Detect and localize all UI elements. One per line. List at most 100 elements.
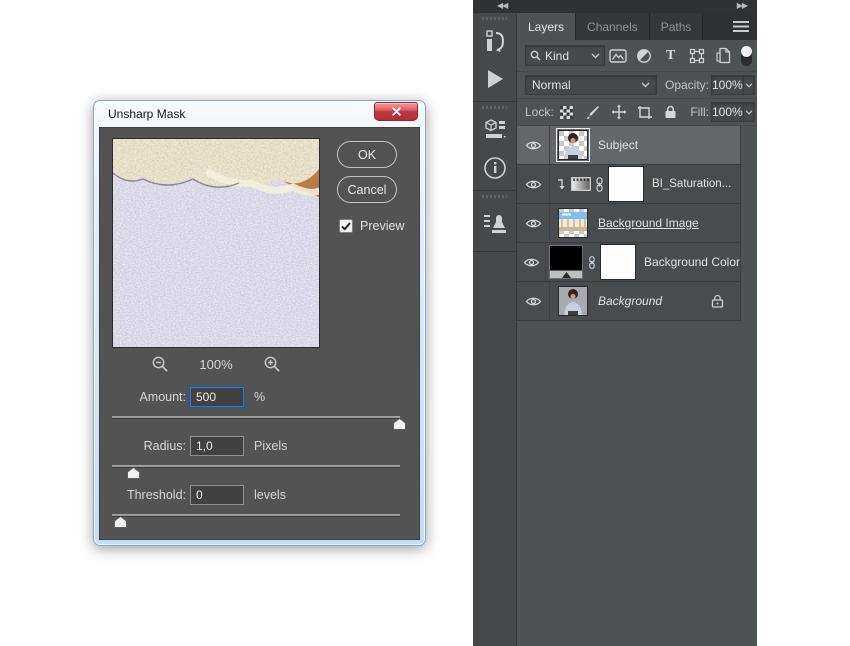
tab-layers[interactable]: Layers	[517, 13, 576, 40]
threshold-slider-thumb[interactable]	[114, 516, 127, 528]
layer-lock-icon	[711, 294, 724, 308]
preview-checkbox-row: Preview	[339, 219, 404, 233]
history-icon	[484, 29, 506, 53]
filter-pixel-layers-button[interactable]	[605, 49, 631, 63]
layer-list: Subject	[517, 126, 741, 321]
filter-toggle-switch[interactable]	[741, 46, 752, 66]
fill-dropdown[interactable]: 100%	[711, 102, 755, 122]
visibility-cell[interactable]	[517, 243, 546, 281]
tab-paths[interactable]: Paths	[650, 13, 704, 40]
amount-slider-thumb[interactable]	[393, 418, 406, 430]
visibility-cell[interactable]	[517, 165, 550, 203]
subject-person-thumb	[559, 131, 587, 159]
tab-channels[interactable]: Channels	[576, 13, 650, 40]
layer-thumbnail[interactable]	[558, 130, 588, 160]
eye-icon	[525, 218, 542, 229]
libraries-panel-button[interactable]	[473, 111, 516, 149]
lock-all-button[interactable]	[658, 105, 684, 119]
layer-mask-thumbnail[interactable]	[600, 244, 636, 280]
radius-unit: Pixels	[254, 439, 287, 453]
radius-label: Radius:	[100, 439, 186, 453]
filter-adjustment-layers-button[interactable]	[631, 48, 657, 64]
layer-name[interactable]: Subject	[598, 138, 638, 152]
layer-name[interactable]: Background Image	[598, 216, 699, 230]
filter-shape-layers-button[interactable]	[684, 48, 710, 64]
fill-layer-thumbnail[interactable]	[549, 245, 583, 279]
radius-slider-track[interactable]	[112, 465, 400, 468]
blend-mode-dropdown[interactable]: Normal	[525, 75, 657, 95]
panel-grip[interactable]	[482, 17, 507, 20]
radius-slider-thumb[interactable]	[127, 467, 140, 479]
lock-row: Lock:	[517, 99, 757, 126]
clone-stamp-icon	[482, 211, 508, 237]
zoom-level-label: 100%	[199, 357, 232, 372]
layer-mask-thumbnail[interactable]	[608, 166, 644, 202]
threshold-row: Threshold: levels	[100, 484, 419, 506]
blend-mode-row: Normal Opacity: 100%	[517, 72, 757, 99]
amount-slider[interactable]	[112, 416, 400, 430]
eye-icon	[523, 257, 540, 268]
screenshot-stage: Unsharp Mask	[0, 0, 850, 646]
threshold-slider-track[interactable]	[112, 514, 400, 517]
threshold-slider[interactable]	[112, 514, 400, 528]
play-icon	[485, 68, 505, 90]
layer-name[interactable]: Background Color	[644, 255, 740, 269]
type-T-icon: T	[666, 48, 675, 64]
amount-input[interactable]	[190, 387, 244, 407]
collapse-panels-icon[interactable]: ◀◀	[497, 1, 507, 10]
layer-row-background-image[interactable]: Background Image	[517, 204, 740, 243]
close-icon	[392, 107, 401, 116]
panel-grip[interactable]	[482, 106, 507, 109]
ok-button[interactable]: OK	[337, 141, 397, 168]
threshold-input[interactable]	[190, 485, 244, 505]
layer-thumbnail[interactable]	[558, 208, 588, 238]
zoom-out-icon[interactable]	[151, 355, 169, 373]
mask-link-icon[interactable]	[595, 177, 604, 192]
chevron-down-icon	[641, 82, 650, 88]
close-button[interactable]	[374, 102, 418, 121]
panel-grip[interactable]	[482, 195, 507, 198]
radius-slider[interactable]	[112, 465, 400, 479]
actions-panel-button[interactable]	[473, 60, 516, 98]
layer-thumbnail[interactable]	[558, 286, 588, 316]
image-icon	[609, 49, 627, 63]
opacity-value: 100%	[712, 78, 743, 92]
layer-name[interactable]: Background	[598, 294, 662, 308]
filter-smart-objects-button[interactable]	[710, 47, 736, 64]
preview-checkbox[interactable]	[339, 219, 353, 233]
layer-row-background[interactable]: Background	[517, 282, 740, 321]
history-panel-button[interactable]	[473, 22, 516, 60]
panel-menu-icon[interactable]	[733, 21, 749, 32]
clone-source-panel-button[interactable]	[473, 200, 516, 248]
brush-icon	[585, 105, 600, 120]
amount-slider-track[interactable]	[112, 416, 400, 419]
lock-artboard-button[interactable]	[632, 105, 658, 120]
visibility-cell[interactable]	[517, 282, 550, 320]
visibility-cell[interactable]	[517, 204, 550, 242]
layer-filter-row: Kind	[517, 40, 757, 72]
adjustment-layer-icon[interactable]	[571, 177, 591, 191]
filter-kind-dropdown[interactable]: Kind	[525, 45, 605, 66]
background-person-thumb	[559, 287, 587, 315]
layer-row-background-color[interactable]: Background Color	[517, 243, 740, 282]
dialog-titlebar[interactable]: Unsharp Mask	[94, 101, 425, 127]
info-panel-button[interactable]	[473, 149, 516, 187]
cancel-button[interactable]: Cancel	[337, 176, 397, 203]
fill-label: Fill:	[690, 105, 709, 119]
lock-position-button[interactable]	[606, 104, 632, 120]
lock-pixels-button[interactable]	[580, 105, 606, 120]
chevron-down-icon	[745, 110, 753, 115]
radius-input[interactable]	[190, 436, 244, 456]
layer-name[interactable]: BI_Saturation...	[652, 178, 731, 190]
layers-panel: Layers Channels Paths Kind	[517, 13, 757, 646]
filter-type-layers-button[interactable]: T	[658, 48, 684, 64]
opacity-dropdown[interactable]: 100%	[711, 75, 755, 95]
layer-row-bi-saturation[interactable]: BI_Saturation...	[517, 165, 740, 204]
zoom-in-icon[interactable]	[263, 355, 281, 373]
lock-transparency-button[interactable]	[554, 106, 580, 119]
layer-row-subject[interactable]: Subject	[517, 126, 740, 165]
mask-link-icon[interactable]	[588, 255, 596, 270]
expand-panels-icon[interactable]: ▶▶	[737, 1, 747, 10]
visibility-cell[interactable]	[517, 126, 550, 164]
filter-preview-image[interactable]	[112, 138, 320, 348]
